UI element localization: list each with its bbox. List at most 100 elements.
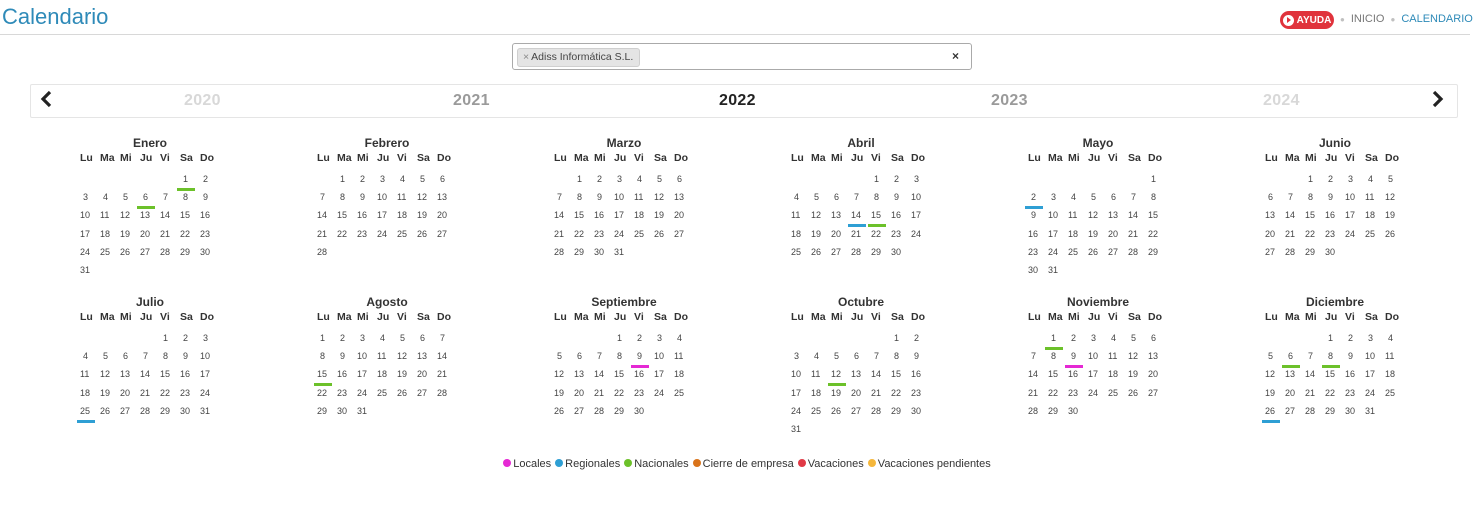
calendar-day[interactable]: 8 (1151, 192, 1171, 202)
calendar-day[interactable]: 1 (1151, 174, 1171, 184)
calendar-day[interactable]: 28 (437, 388, 457, 398)
calendar-day[interactable]: 10 (1345, 192, 1365, 202)
calendar-day[interactable]: 27 (1148, 388, 1168, 398)
calendar-day[interactable]: 10 (654, 351, 674, 361)
calendar-day[interactable]: 23 (337, 388, 357, 398)
calendar-day[interactable]: 5 (400, 333, 420, 343)
calendar-day[interactable]: 9 (203, 192, 223, 202)
company-select[interactable]: × Adiss Informática S.L. × (512, 43, 972, 70)
calendar-day[interactable]: 16 (1068, 369, 1088, 379)
calendar-day[interactable]: 13 (120, 369, 140, 379)
calendar-day[interactable]: 3 (617, 174, 637, 184)
calendar-day[interactable]: 2 (914, 333, 934, 343)
calendar-day[interactable]: 17 (614, 210, 634, 220)
calendar-day[interactable]: 31 (1048, 265, 1068, 275)
calendar-day[interactable]: 17 (200, 369, 220, 379)
calendar-day[interactable]: 18 (1068, 229, 1088, 239)
calendar-day[interactable]: 7 (854, 192, 874, 202)
calendar-day[interactable]: 25 (1365, 229, 1385, 239)
calendar-day[interactable]: 4 (794, 192, 814, 202)
calendar-day[interactable]: 13 (417, 351, 437, 361)
calendar-day[interactable]: 28 (594, 406, 614, 416)
calendar-day[interactable]: 19 (417, 210, 437, 220)
calendar-day[interactable]: 7 (320, 192, 340, 202)
year-2022-selected[interactable]: 2022 (719, 92, 756, 110)
calendar-day[interactable]: 13 (674, 192, 694, 202)
calendar-day[interactable]: 22 (1305, 229, 1325, 239)
calendar-day[interactable]: 15 (337, 210, 357, 220)
calendar-day[interactable]: 17 (1365, 369, 1385, 379)
calendar-day[interactable]: 23 (634, 388, 654, 398)
calendar-day[interactable]: 13 (574, 369, 594, 379)
calendar-day[interactable]: 18 (1385, 369, 1405, 379)
calendar-day[interactable]: 13 (1108, 210, 1128, 220)
calendar-day[interactable]: 6 (1151, 333, 1171, 343)
calendar-day[interactable]: 19 (397, 369, 417, 379)
calendar-day[interactable]: 26 (1385, 229, 1405, 239)
calendar-day[interactable]: 19 (554, 388, 574, 398)
calendar-day[interactable]: 31 (1365, 406, 1385, 416)
calendar-day[interactable]: 18 (100, 229, 120, 239)
calendar-day[interactable]: 21 (594, 388, 614, 398)
calendar-day[interactable]: 11 (1365, 192, 1385, 202)
calendar-day[interactable]: 1 (1045, 333, 1071, 350)
calendar-day[interactable]: 16 (1345, 369, 1365, 379)
calendar-day[interactable]: 25 (77, 406, 100, 423)
calendar-day[interactable]: 6 (577, 351, 597, 361)
calendar-day[interactable]: 2 (894, 174, 914, 184)
calendar-day[interactable]: 7 (874, 351, 894, 361)
calendar-day[interactable]: 3 (83, 192, 103, 202)
calendar-day[interactable]: 19 (831, 388, 851, 398)
calendar-day[interactable]: 18 (80, 388, 100, 398)
calendar-day[interactable]: 12 (120, 210, 140, 220)
calendar-day[interactable]: 19 (1385, 210, 1405, 220)
calendar-day[interactable]: 16 (337, 369, 357, 379)
calendar-day[interactable]: 31 (791, 424, 811, 434)
calendar-day[interactable]: 5 (814, 192, 834, 202)
calendar-day[interactable]: 5 (1268, 351, 1288, 361)
calendar-day[interactable]: 22 (614, 388, 634, 398)
calendar-day[interactable]: 22 (1325, 388, 1345, 398)
calendar-day[interactable]: 23 (891, 229, 911, 239)
calendar-day[interactable]: 3 (1368, 333, 1388, 343)
calendar-day[interactable]: 5 (420, 174, 440, 184)
calendar-day[interactable]: 30 (634, 406, 654, 416)
calendar-day[interactable]: 3 (794, 351, 814, 361)
calendar-day[interactable]: 18 (1108, 369, 1128, 379)
calendar-day[interactable]: 15 (160, 369, 180, 379)
calendar-day[interactable]: 30 (337, 406, 357, 416)
calendar-day[interactable]: 22 (1048, 388, 1068, 398)
calendar-day[interactable]: 25 (674, 388, 694, 398)
calendar-day[interactable]: 16 (594, 210, 614, 220)
calendar-day[interactable]: 20 (1108, 229, 1128, 239)
calendar-day[interactable]: 8 (874, 192, 894, 202)
calendar-day[interactable]: 25 (1385, 388, 1405, 398)
calendar-day[interactable]: 13 (140, 210, 160, 220)
chip-remove-icon[interactable]: × (523, 51, 529, 63)
calendar-day[interactable]: 18 (674, 369, 694, 379)
calendar-day[interactable]: 30 (1068, 406, 1088, 416)
calendar-day[interactable]: 28 (554, 247, 574, 257)
calendar-day[interactable]: 19 (1265, 388, 1285, 398)
calendar-day[interactable]: 29 (160, 406, 180, 416)
calendar-day[interactable]: 29 (891, 406, 911, 416)
calendar-day[interactable]: 1 (163, 333, 183, 343)
calendar-day[interactable]: 26 (811, 247, 831, 257)
calendar-day[interactable]: 27 (851, 406, 871, 416)
year-2024[interactable]: 2024 (1263, 92, 1300, 110)
year-2023[interactable]: 2023 (991, 92, 1028, 110)
calendar-day[interactable]: 10 (911, 192, 931, 202)
calendar-day[interactable]: 14 (1285, 210, 1305, 220)
calendar-day[interactable]: 14 (1128, 210, 1148, 220)
calendar-day[interactable]: 23 (594, 229, 614, 239)
calendar-day[interactable]: 27 (1265, 247, 1285, 257)
calendar-day[interactable]: 30 (911, 406, 931, 416)
calendar-day[interactable]: 26 (554, 406, 574, 416)
calendar-day[interactable]: 8 (1322, 351, 1348, 369)
calendar-day[interactable]: 19 (654, 210, 674, 220)
calendar-day[interactable]: 12 (397, 351, 417, 361)
calendar-day[interactable]: 18 (397, 210, 417, 220)
calendar-day[interactable]: 31 (80, 265, 100, 275)
calendar-day[interactable]: 24 (1048, 247, 1068, 257)
calendar-day[interactable]: 11 (1385, 351, 1405, 361)
